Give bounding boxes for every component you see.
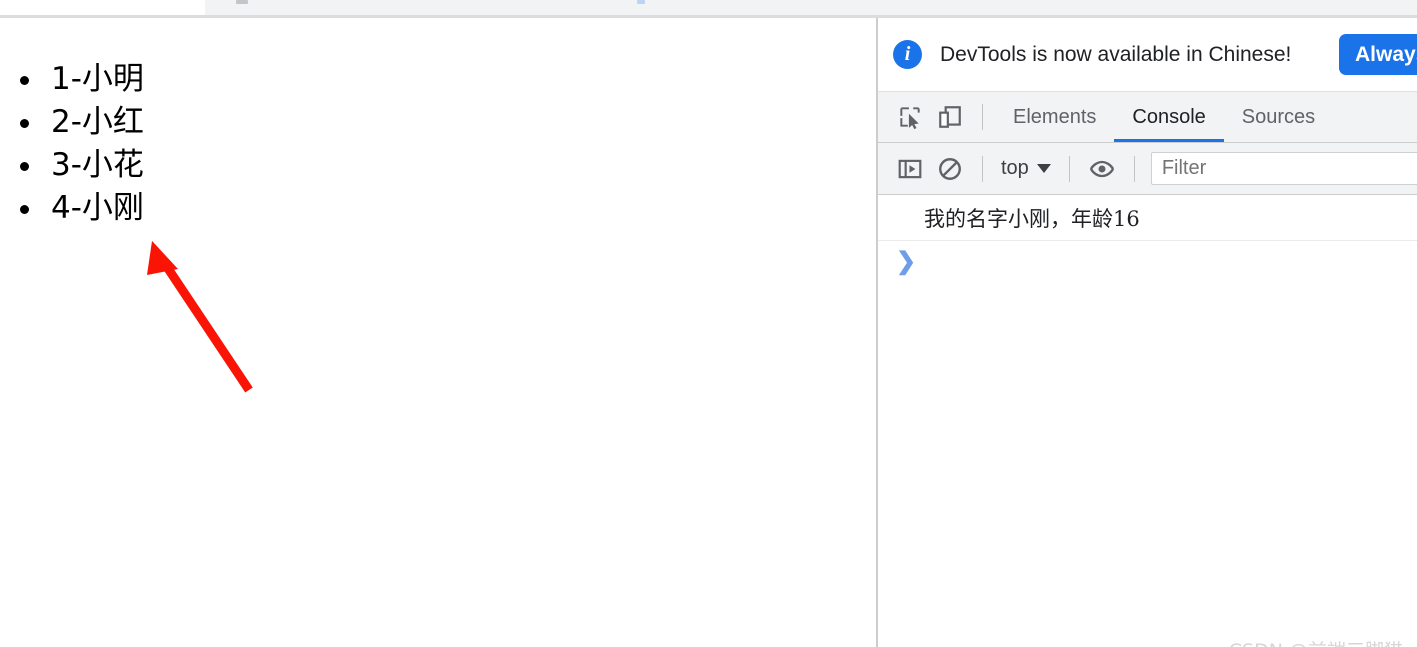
toolbar-divider xyxy=(982,104,983,130)
list-item: 2-小红 xyxy=(45,101,878,144)
console-prompt[interactable]: ❯ xyxy=(878,241,1417,283)
banner-button-clip: Always match Chrome's language xyxy=(1339,34,1417,75)
new-tab-button[interactable] xyxy=(637,0,645,4)
console-message: 我的名字小刚，年龄16 xyxy=(878,195,1417,241)
console-toolbar: top xyxy=(878,143,1417,195)
red-annotation-arrow xyxy=(147,241,253,393)
list-item: 3-小花 xyxy=(45,144,878,187)
browser-tab-strip xyxy=(0,0,1417,15)
devtools-panel: i DevTools is now available in Chinese! … xyxy=(878,18,1417,647)
chevron-down-icon xyxy=(1036,164,1051,173)
clear-console-icon[interactable] xyxy=(930,149,970,189)
console-sidebar-icon[interactable] xyxy=(890,149,930,189)
list-item: 1-小明 xyxy=(45,58,878,101)
console-toolbar-divider-3 xyxy=(1133,155,1135,182)
device-toolbar-icon[interactable] xyxy=(930,97,970,137)
console-toolbar-divider xyxy=(982,155,983,182)
execution-context-select[interactable]: top xyxy=(995,157,1057,180)
browser-tab[interactable] xyxy=(205,0,1417,15)
tab-console[interactable]: Console xyxy=(1114,92,1225,142)
prompt-chevron-icon: ❯ xyxy=(896,248,917,275)
always-match-language-button[interactable]: Always match Chrome's language xyxy=(1339,34,1417,75)
banner-message: DevTools is now available in Chinese! xyxy=(940,42,1292,66)
watermark: CSDN @前端三脚猫 xyxy=(1229,636,1403,647)
tab-sources[interactable]: Sources xyxy=(1224,92,1333,142)
tab-favicon xyxy=(236,0,248,4)
inspect-element-icon[interactable] xyxy=(890,97,930,137)
name-list: 1-小明 2-小红 3-小花 4-小刚 xyxy=(0,18,878,230)
console-toolbar-divider-2 xyxy=(1068,155,1070,182)
live-expression-icon[interactable] xyxy=(1082,149,1122,189)
console-filter-input[interactable] xyxy=(1150,152,1417,185)
page-viewport: 1-小明 2-小红 3-小花 4-小刚 xyxy=(0,18,878,647)
devtools-language-banner: i DevTools is now available in Chinese! … xyxy=(878,18,1417,92)
console-output: 我的名字小刚，年龄16 ❯ CSDN @前端三脚猫 xyxy=(878,195,1417,647)
tab-elements[interactable]: Elements xyxy=(995,92,1114,142)
execution-context-label: top xyxy=(1001,157,1029,179)
devtools-tabbar: Elements Console Sources xyxy=(878,92,1417,143)
info-icon: i xyxy=(893,40,922,69)
list-item: 4-小刚 xyxy=(45,187,878,230)
